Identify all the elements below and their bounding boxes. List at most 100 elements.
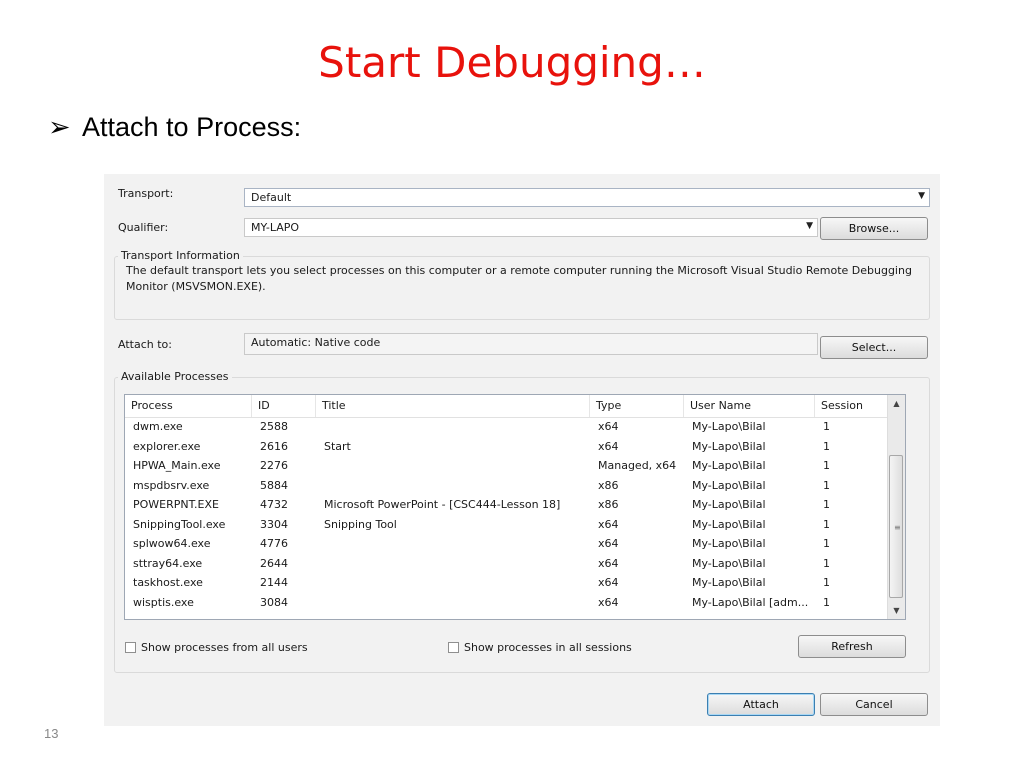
process-row[interactable]: HPWA_Main.exe 2276 Managed, x64 My-Lapo\… (125, 456, 889, 476)
process-name: mspdbsrv.exe (133, 478, 210, 492)
process-type: x86 (598, 478, 619, 492)
process-row[interactable]: splwow64.exe 4776 x64 My-Lapo\Bilal 1 (125, 534, 889, 554)
column-header-type[interactable]: Type (590, 395, 684, 417)
process-type: Managed, x64 (598, 459, 677, 472)
show-all-users-label[interactable]: Show processes from all users (141, 641, 308, 654)
column-header-title[interactable]: Title (316, 395, 590, 417)
select-code-type-button[interactable]: Select... (820, 336, 928, 359)
process-id: 2276 (260, 459, 288, 472)
process-type: x64 (598, 420, 619, 433)
attach-to-label: Attach to: (118, 338, 172, 351)
process-title: Start (324, 439, 351, 453)
process-user: My-Lapo\Bilal (692, 439, 766, 453)
process-session: 1 (823, 459, 830, 472)
bullet-text: Attach to Process: (82, 112, 302, 142)
grip-icon: ≡ (894, 522, 901, 532)
process-user: My-Lapo\Bilal (692, 498, 766, 511)
process-type: x64 (598, 576, 619, 589)
process-user: My-Lapo\Bilal (692, 517, 766, 531)
transport-information-text-line1: The default transport lets you select pr… (126, 264, 912, 277)
process-name: SnippingTool.exe (133, 517, 226, 531)
transport-dropdown[interactable]: Default ▼ (244, 188, 930, 207)
process-type: x64 (598, 556, 619, 570)
refresh-button[interactable]: Refresh (798, 635, 906, 658)
process-id: 3084 (260, 595, 288, 609)
process-session: 1 (823, 478, 830, 492)
transport-information-text-line2: Monitor (MSVSMON.EXE). (126, 280, 266, 293)
process-type: x64 (598, 439, 619, 453)
process-id: 3304 (260, 517, 288, 531)
process-user: My-Lapo\Bilal (692, 537, 766, 550)
slide-title: Start Debugging… (318, 38, 706, 87)
process-id: 2144 (260, 576, 288, 589)
process-row[interactable]: SnippingTool.exe 3304 Snipping Tool x64 … (125, 515, 889, 535)
show-all-users-checkbox[interactable] (125, 642, 136, 653)
column-header-id[interactable]: ID (252, 395, 316, 417)
process-type: x64 (598, 595, 619, 609)
process-row[interactable]: explorer.exe 2616 Start x64 My-Lapo\Bila… (125, 437, 889, 457)
process-session: 1 (823, 498, 830, 511)
process-name: POWERPNT.EXE (133, 498, 219, 511)
process-name: HPWA_Main.exe (133, 459, 221, 472)
attach-to-process-dialog: Transport: Default ▼ Qualifier: MY-LAPO … (104, 174, 940, 726)
column-header-process[interactable]: Process (125, 395, 252, 417)
browse-button[interactable]: Browse... (820, 217, 928, 240)
process-name: explorer.exe (133, 439, 201, 453)
process-row[interactable]: mspdbsrv.exe 5884 x86 My-Lapo\Bilal 1 (125, 476, 889, 496)
show-all-sessions-label[interactable]: Show processes in all sessions (464, 641, 632, 654)
qualifier-value: MY-LAPO (251, 221, 300, 234)
process-id: 5884 (260, 478, 288, 492)
process-name: splwow64.exe (133, 537, 211, 550)
qualifier-combobox[interactable]: MY-LAPO ▼ (244, 218, 818, 237)
process-type: x86 (598, 498, 619, 511)
process-user: My-Lapo\Bilal [adm... (692, 595, 809, 609)
process-user: My-Lapo\Bilal (692, 576, 766, 589)
process-user: My-Lapo\Bilal (692, 478, 766, 492)
show-all-sessions-checkbox[interactable] (448, 642, 459, 653)
process-session: 1 (823, 517, 830, 531)
cancel-button[interactable]: Cancel (820, 693, 928, 716)
process-id: 2644 (260, 556, 288, 570)
process-session: 1 (823, 420, 830, 433)
process-name: wisptis.exe (133, 595, 194, 609)
bullet-point: ➢ Attach to Process: (48, 112, 301, 143)
qualifier-label: Qualifier: (118, 221, 169, 234)
process-session: 1 (823, 537, 830, 550)
process-id: 2616 (260, 439, 288, 453)
process-session: 1 (823, 556, 830, 570)
transport-value: Default (251, 191, 292, 204)
transport-information-title: Transport Information (118, 249, 243, 262)
process-title: Microsoft PowerPoint - [CSC444-Lesson 18… (324, 498, 561, 511)
process-name: taskhost.exe (133, 576, 203, 589)
process-type: x64 (598, 517, 619, 531)
process-row[interactable]: dwm.exe 2588 x64 My-Lapo\Bilal 1 (125, 417, 889, 437)
attach-to-field: Automatic: Native code (244, 333, 818, 355)
available-processes-title: Available Processes (118, 370, 232, 383)
process-title: Snipping Tool (324, 517, 397, 531)
process-row[interactable]: taskhost.exe 2144 x64 My-Lapo\Bilal 1 (125, 573, 889, 593)
process-list[interactable]: Process ID Title Type User Name Session … (124, 394, 906, 620)
process-id: 2588 (260, 420, 288, 433)
attach-button[interactable]: Attach (707, 693, 815, 716)
process-session: 1 (823, 439, 830, 453)
process-user: My-Lapo\Bilal (692, 420, 766, 433)
bullet-arrow-icon: ➢ (48, 112, 71, 142)
chevron-down-icon: ▼ (806, 221, 813, 231)
process-name: dwm.exe (133, 420, 183, 433)
process-id: 4776 (260, 537, 288, 550)
process-session: 1 (823, 576, 830, 589)
scroll-up-arrow-icon[interactable]: ▲ (888, 395, 905, 412)
process-row[interactable]: POWERPNT.EXE 4732 Microsoft PowerPoint -… (125, 495, 889, 515)
column-header-user-name[interactable]: User Name (684, 395, 815, 417)
process-user: My-Lapo\Bilal (692, 459, 766, 472)
attach-to-value: Automatic: Native code (251, 336, 381, 349)
process-id: 4732 (260, 498, 288, 511)
column-header-session[interactable]: Session (815, 395, 889, 417)
process-list-scrollbar[interactable]: ▲ ≡ ▼ (887, 395, 905, 619)
process-type: x64 (598, 537, 619, 550)
scrollbar-thumb[interactable]: ≡ (889, 455, 903, 598)
transport-label: Transport: (118, 187, 174, 200)
process-row[interactable]: wisptis.exe 3084 x64 My-Lapo\Bilal [adm.… (125, 593, 889, 613)
process-row[interactable]: sttray64.exe 2644 x64 My-Lapo\Bilal 1 (125, 554, 889, 574)
scroll-down-arrow-icon[interactable]: ▼ (888, 602, 905, 619)
